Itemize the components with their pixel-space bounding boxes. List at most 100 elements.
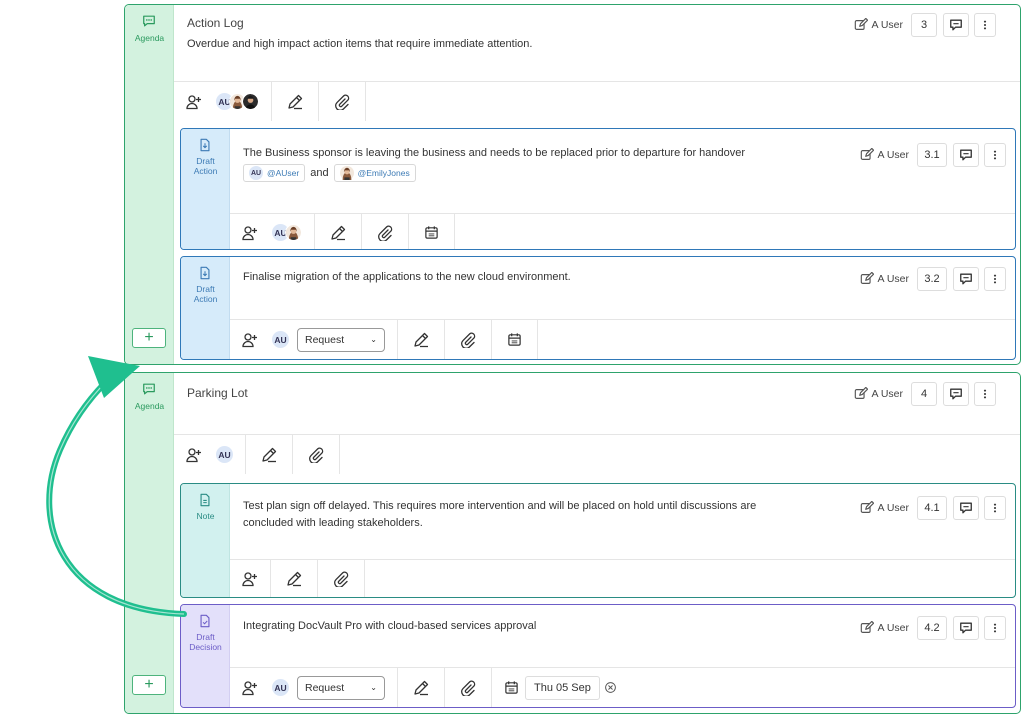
paperclip-icon bbox=[333, 571, 349, 587]
comment-button[interactable] bbox=[943, 382, 969, 406]
circle-x-icon[interactable] bbox=[604, 681, 617, 694]
comment-button[interactable] bbox=[953, 616, 979, 640]
edit-button[interactable] bbox=[271, 560, 318, 597]
more-button[interactable] bbox=[984, 267, 1006, 291]
card-toolbar: AU Request ⌄ bbox=[230, 319, 1015, 359]
more-button[interactable] bbox=[984, 496, 1006, 520]
attach-button[interactable] bbox=[318, 560, 365, 597]
author[interactable]: A User bbox=[860, 148, 909, 162]
paperclip-icon bbox=[308, 447, 324, 463]
add-person-icon[interactable] bbox=[242, 225, 258, 241]
add-item-button[interactable]: + bbox=[132, 675, 166, 695]
due-date-button[interactable] bbox=[492, 320, 538, 359]
mention-auser[interactable]: AU @AUser bbox=[243, 164, 306, 182]
chevron-down-icon: ⌄ bbox=[370, 335, 377, 344]
due-date-button[interactable] bbox=[409, 214, 455, 249]
agenda-toolbar: AU bbox=[174, 81, 1020, 121]
item-number: 3.2 bbox=[917, 267, 947, 291]
edit-button[interactable] bbox=[272, 82, 319, 121]
select-value: Request bbox=[305, 333, 345, 346]
comment-button[interactable] bbox=[953, 143, 979, 167]
card-sidebar: Draft Action bbox=[181, 257, 230, 359]
card-meta: A User 4.2 bbox=[860, 616, 1011, 640]
due-date-cell: Thu 05 Sep bbox=[492, 668, 629, 707]
avatar[interactable]: AU bbox=[216, 446, 233, 463]
pencil-icon bbox=[287, 94, 303, 110]
mention-text: @EmilyJones bbox=[357, 168, 410, 178]
card-meta: A User 4.1 bbox=[860, 496, 1011, 520]
attach-button[interactable] bbox=[445, 668, 492, 707]
card-toolbar: AU bbox=[230, 213, 1015, 249]
assign-cell: AU bbox=[174, 82, 272, 121]
author[interactable]: A User bbox=[860, 621, 909, 635]
card-type-line2: Action bbox=[193, 294, 218, 304]
assign-cell: AU Request ⌄ bbox=[230, 320, 398, 359]
edit-button[interactable] bbox=[315, 214, 362, 249]
attach-button[interactable] bbox=[319, 82, 366, 121]
comment-icon bbox=[959, 272, 973, 286]
agenda-title: Action Log bbox=[187, 16, 244, 30]
author[interactable]: A User bbox=[854, 18, 903, 32]
author[interactable]: A User bbox=[860, 501, 909, 515]
comment-icon bbox=[949, 387, 963, 401]
avatar-photo[interactable] bbox=[242, 93, 259, 110]
assign-cell: AU bbox=[230, 214, 315, 249]
calendar-icon bbox=[424, 225, 439, 240]
more-button[interactable] bbox=[984, 143, 1006, 167]
due-date-value[interactable]: Thu 05 Sep bbox=[525, 675, 600, 700]
add-person-icon[interactable] bbox=[242, 680, 258, 696]
author-name: A User bbox=[877, 622, 909, 634]
attach-button[interactable] bbox=[362, 214, 409, 249]
comment-icon bbox=[959, 148, 973, 162]
paperclip-icon bbox=[377, 225, 393, 241]
avatar-photo[interactable] bbox=[285, 224, 302, 241]
add-person-icon[interactable] bbox=[186, 447, 202, 463]
calendar-icon[interactable] bbox=[504, 680, 519, 695]
chat-dots-icon bbox=[142, 382, 156, 396]
card-type-label: Draft Action bbox=[181, 284, 230, 304]
card-sidebar: Note bbox=[181, 484, 230, 597]
author-name: A User bbox=[871, 19, 903, 31]
item-number: 4.1 bbox=[917, 496, 947, 520]
add-person-icon[interactable] bbox=[242, 332, 258, 348]
more-button[interactable] bbox=[974, 13, 996, 37]
card-sidebar: Draft Decision bbox=[181, 605, 230, 707]
edit-button[interactable] bbox=[398, 320, 445, 359]
more-button[interactable] bbox=[984, 616, 1006, 640]
edit-button[interactable] bbox=[398, 668, 445, 707]
author-name: A User bbox=[877, 273, 909, 285]
comment-button[interactable] bbox=[953, 267, 979, 291]
comment-button[interactable] bbox=[943, 13, 969, 37]
avatar-photo bbox=[340, 166, 354, 180]
comment-icon bbox=[949, 18, 963, 32]
attach-button[interactable] bbox=[293, 435, 340, 474]
card-type-line2: Decision bbox=[189, 642, 222, 652]
chevron-down-icon: ⌄ bbox=[370, 683, 377, 692]
pencil-icon bbox=[413, 680, 429, 696]
item-number: 3.1 bbox=[917, 143, 947, 167]
request-select[interactable]: Request ⌄ bbox=[297, 675, 385, 700]
edit-button[interactable] bbox=[246, 435, 293, 474]
mention-text: @AUser bbox=[267, 168, 300, 178]
more-button[interactable] bbox=[974, 382, 996, 406]
avatar[interactable]: AU bbox=[272, 331, 289, 348]
mention-emilyjones[interactable]: @EmilyJones bbox=[333, 164, 416, 182]
author-name: A User bbox=[871, 388, 903, 400]
add-person-icon[interactable] bbox=[242, 571, 258, 587]
pencil-icon bbox=[413, 332, 429, 348]
attach-button[interactable] bbox=[445, 320, 492, 359]
assign-cell: AU Request ⌄ bbox=[230, 668, 398, 707]
request-select[interactable]: Request ⌄ bbox=[297, 327, 385, 352]
author[interactable]: A User bbox=[860, 272, 909, 286]
card-text: Integrating DocVault Pro with cloud-base… bbox=[243, 620, 537, 632]
comment-button[interactable] bbox=[953, 496, 979, 520]
card-text-line1: Test plan sign off delayed. This require… bbox=[243, 500, 757, 512]
edit-square-icon bbox=[854, 18, 868, 32]
draft-action-card: Draft Action The Business sponsor is leav… bbox=[180, 128, 1016, 250]
avatar[interactable]: AU bbox=[272, 679, 289, 696]
author[interactable]: A User bbox=[854, 387, 903, 401]
add-person-icon[interactable] bbox=[186, 94, 202, 110]
edit-square-icon bbox=[860, 501, 874, 515]
agenda-description: Overdue and high impact action items tha… bbox=[187, 38, 533, 50]
add-item-button[interactable]: + bbox=[132, 328, 166, 348]
